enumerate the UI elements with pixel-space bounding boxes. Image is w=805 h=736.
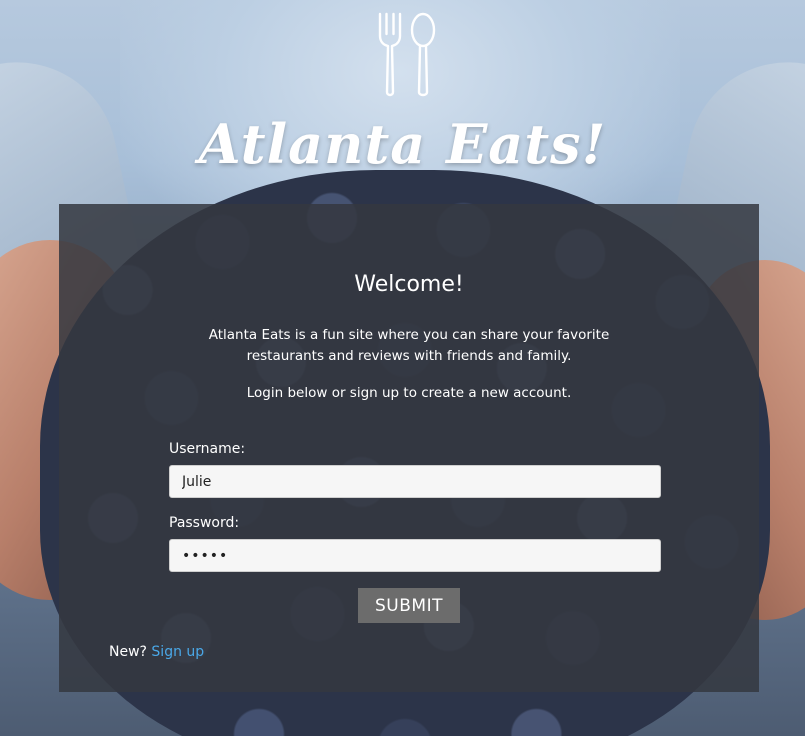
intro-text: Atlanta Eats is a fun site where you can… — [59, 325, 759, 367]
password-label: Password: — [169, 515, 240, 531]
signup-link[interactable]: Sign up — [151, 644, 204, 660]
login-hint-text: Login below or sign up to create a new a… — [246, 385, 572, 401]
signup-prompt: New? — [109, 644, 147, 660]
login-panel: Welcome! Atlanta Eats is a fun site wher… — [59, 204, 759, 692]
signup-row: New? Sign up — [109, 644, 204, 660]
intro-line: Atlanta Eats is a fun site where you can… — [208, 327, 610, 343]
fork-and-spoon-icon — [378, 12, 436, 97]
intro-line: restaurants and reviews with friends and… — [246, 348, 572, 364]
submit-button[interactable]: SUBMIT — [358, 588, 460, 623]
site-title: Atlanta Eats! — [198, 112, 607, 176]
username-input[interactable] — [169, 465, 661, 498]
welcome-heading: Welcome! — [354, 272, 464, 297]
password-input[interactable] — [169, 539, 661, 572]
username-label: Username: — [169, 441, 246, 457]
